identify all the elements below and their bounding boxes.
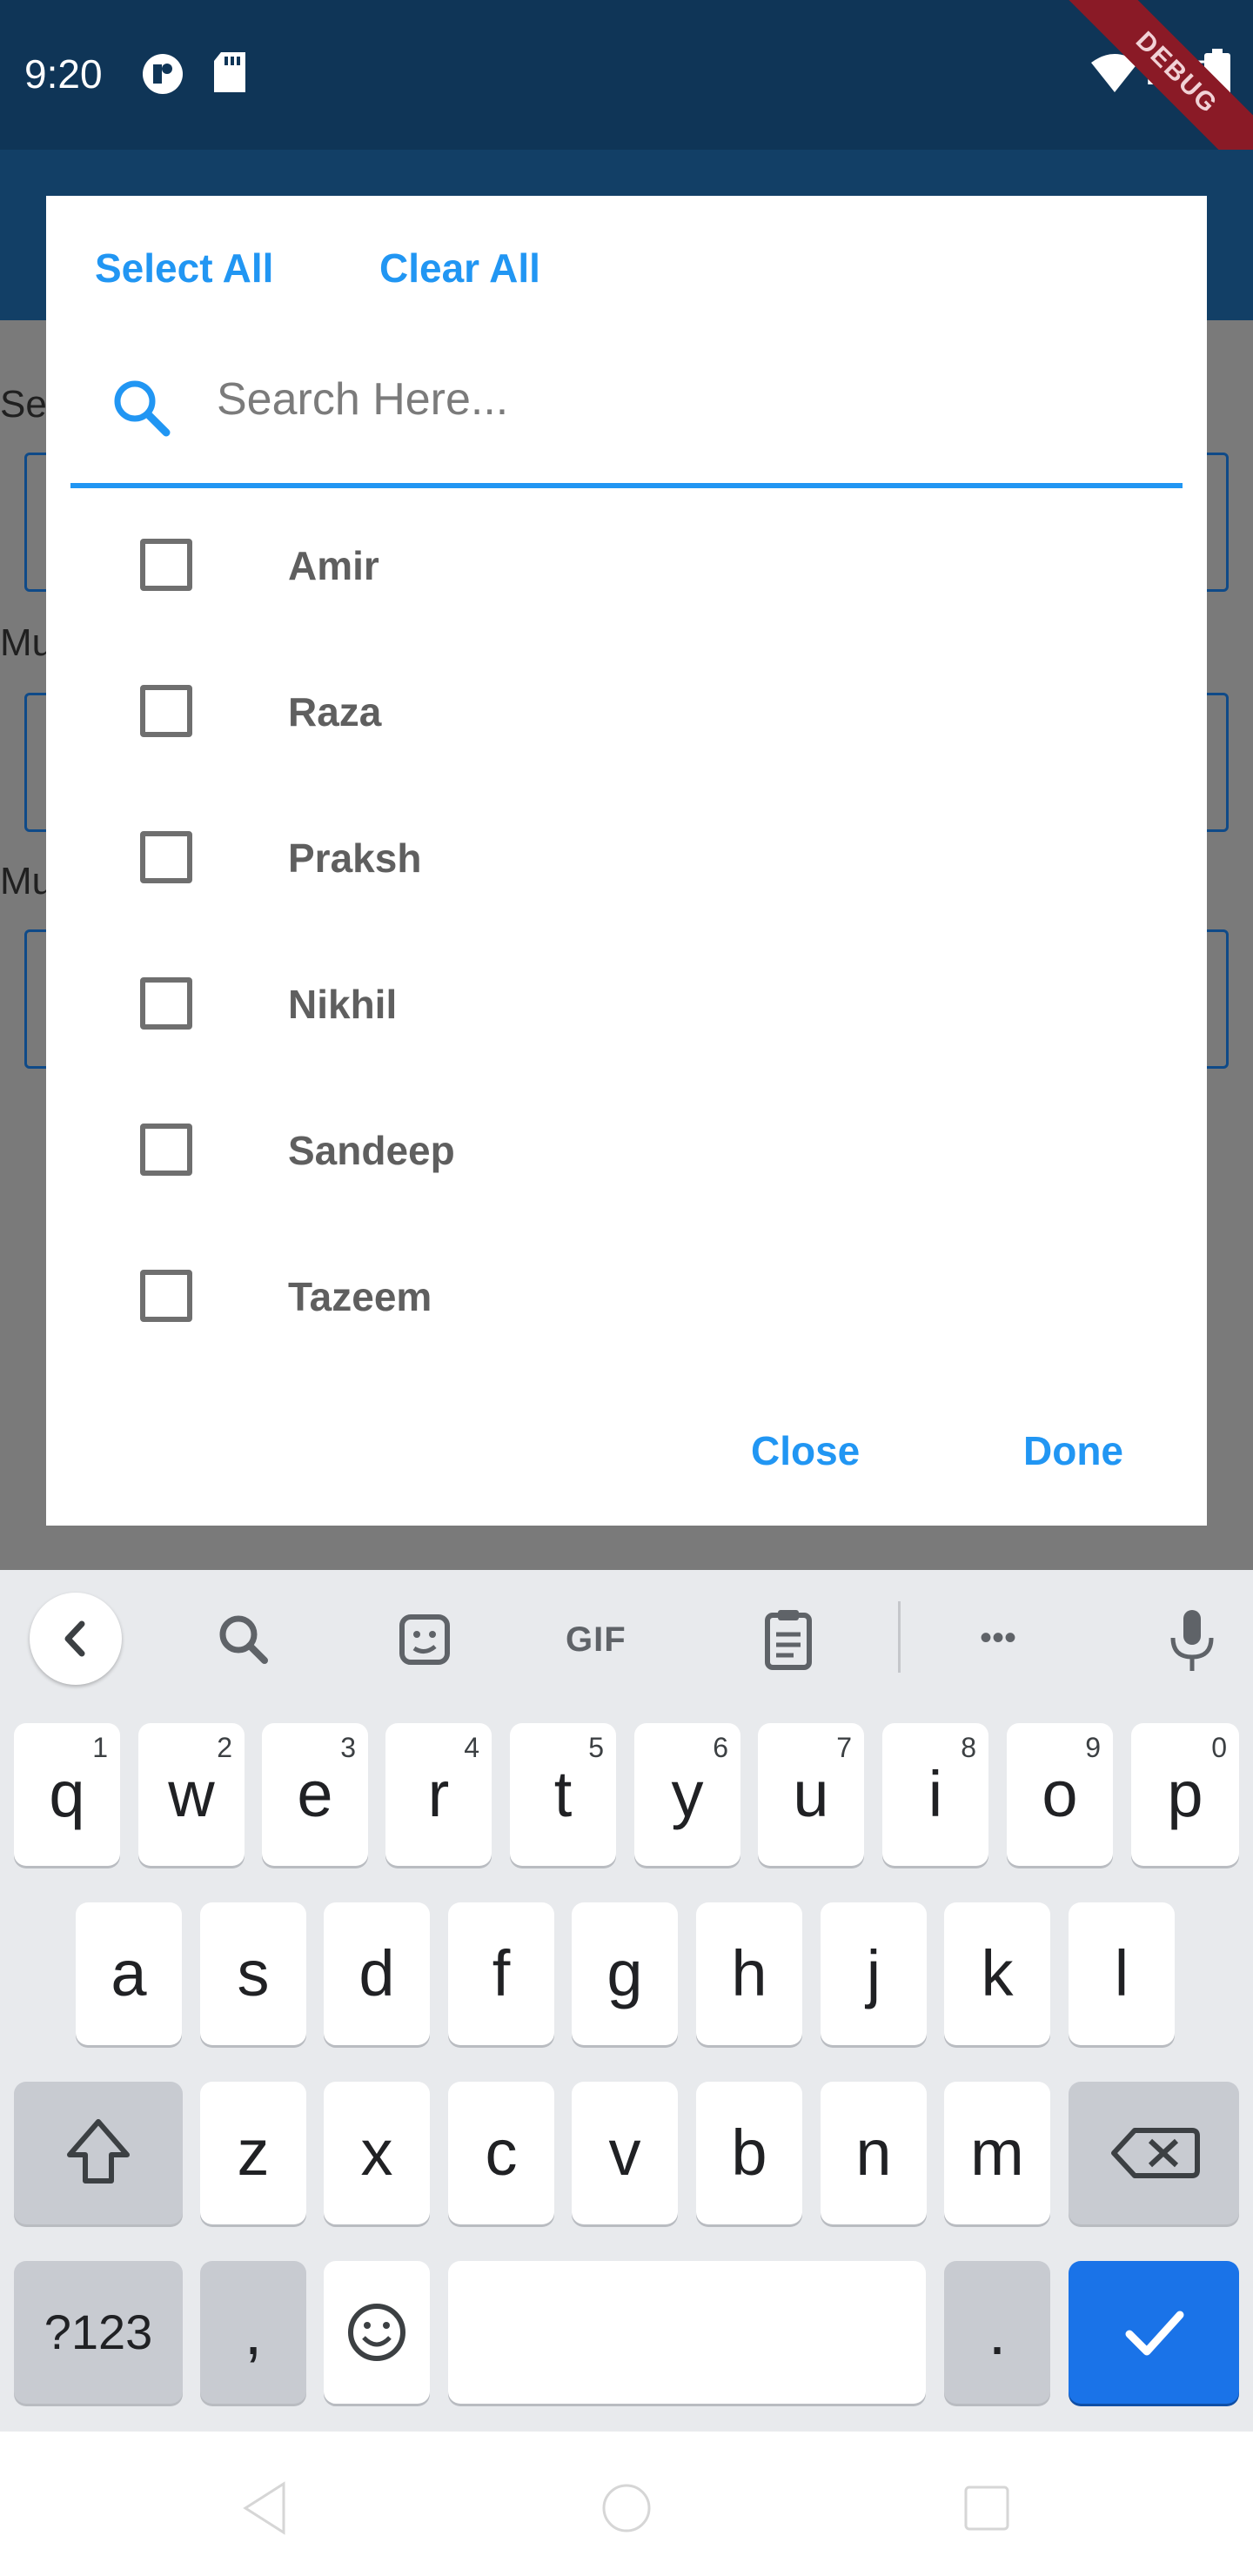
checkbox[interactable] (140, 685, 192, 737)
home-circle-icon[interactable] (592, 2473, 661, 2543)
clipboard-icon[interactable] (745, 1596, 832, 1683)
select-all-button[interactable]: Select All (95, 245, 273, 292)
key-i[interactable]: i8 (882, 1723, 988, 1866)
comma-key[interactable]: , (200, 2261, 306, 2404)
search-icon[interactable] (200, 1596, 287, 1683)
option-label: Sandeep (288, 1128, 455, 1173)
key-n[interactable]: n (821, 2082, 927, 2224)
more-icon[interactable]: ••• (968, 1596, 1055, 1683)
key-g[interactable]: g (572, 1902, 678, 2045)
key-v[interactable]: v (572, 2082, 678, 2224)
gif-icon[interactable]: GIF (560, 1596, 647, 1683)
done-button[interactable]: Done (1023, 1427, 1123, 1474)
option-item-raza[interactable]: Raza (140, 657, 1141, 761)
background-label: Se (0, 383, 47, 426)
key-w[interactable]: w2 (138, 1723, 245, 1866)
back-triangle-icon[interactable] (233, 2473, 303, 2543)
multi-select-dialog: Select All Clear All Amir Raza Praksh Ni… (46, 196, 1207, 1526)
key-y[interactable]: y6 (634, 1723, 740, 1866)
key-f[interactable]: f (448, 1902, 554, 2045)
emoji-key[interactable] (324, 2261, 430, 2404)
checkbox[interactable] (140, 831, 192, 883)
checkmark-icon (1125, 2311, 1184, 2356)
checkbox[interactable] (140, 1124, 192, 1176)
recents-square-icon[interactable] (952, 2473, 1022, 2543)
key-z[interactable]: z (200, 2082, 306, 2224)
more-label: ••• (980, 1619, 1017, 1657)
key-t[interactable]: t5 (510, 1723, 616, 1866)
sd-card-icon (212, 52, 247, 97)
backspace-key[interactable] (1069, 2082, 1239, 2224)
soft-keyboard: GIF ••• q1 w2 e3 r4 t5 y6 u7 i8 o9 p0 a … (0, 1570, 1253, 2432)
key-b[interactable]: b (696, 2082, 802, 2224)
option-item-nikhil[interactable]: Nikhil (140, 949, 1141, 1054)
option-item-praksh[interactable]: Praksh (140, 803, 1141, 908)
done-key[interactable] (1069, 2261, 1239, 2404)
key-r[interactable]: r4 (385, 1723, 492, 1866)
key-q[interactable]: q1 (14, 1723, 120, 1866)
option-label: Nikhil (288, 982, 398, 1027)
status-bar: 9:20 LTE DEBUG (0, 0, 1253, 150)
key-s[interactable]: s (200, 1902, 306, 2045)
key-x[interactable]: x (324, 2082, 430, 2224)
option-label: Tazeem (288, 1274, 432, 1319)
sticker-icon[interactable] (381, 1596, 468, 1683)
key-c[interactable]: c (448, 2082, 554, 2224)
back-icon[interactable] (30, 1593, 122, 1685)
app-notification-icon (141, 52, 184, 100)
key-k[interactable]: k (944, 1902, 1050, 2045)
backspace-icon (1111, 2128, 1200, 2178)
search-icon (111, 377, 171, 442)
key-h[interactable]: h (696, 1902, 802, 2045)
symbols-key[interactable]: ?123 (14, 2261, 183, 2404)
key-a[interactable]: a (76, 1902, 182, 2045)
checkbox[interactable] (140, 1270, 192, 1322)
background-label: Mu (0, 860, 54, 902)
option-label: Praksh (288, 835, 422, 881)
microphone-icon[interactable] (1149, 1596, 1236, 1683)
option-item-tazeem[interactable]: Tazeem (140, 1242, 1141, 1346)
option-label: Amir (288, 543, 379, 588)
key-l[interactable]: l (1069, 1902, 1175, 2045)
key-p[interactable]: p0 (1131, 1723, 1239, 1866)
option-item-sandeep[interactable]: Sandeep (140, 1096, 1141, 1200)
background-label: Mu (0, 621, 54, 664)
key-j[interactable]: j (821, 1902, 927, 2045)
search-bar (70, 344, 1183, 448)
status-time: 9:20 (24, 51, 103, 97)
emoji-icon (348, 2304, 405, 2361)
search-input[interactable] (215, 359, 1172, 439)
shift-key[interactable] (14, 2082, 183, 2224)
clear-all-button[interactable]: Clear All (379, 245, 540, 292)
shift-icon (67, 2119, 130, 2184)
search-underline (70, 483, 1183, 488)
navigation-bar (0, 2432, 1253, 2576)
option-item-amir[interactable]: Amir (140, 511, 1141, 615)
period-key[interactable]: . (944, 2261, 1050, 2404)
key-o[interactable]: o9 (1007, 1723, 1113, 1866)
close-button[interactable]: Close (751, 1427, 860, 1474)
checkbox[interactable] (140, 977, 192, 1030)
toolbar-divider (898, 1601, 901, 1673)
option-label: Raza (288, 689, 382, 735)
key-m[interactable]: m (944, 2082, 1050, 2224)
key-u[interactable]: u7 (758, 1723, 864, 1866)
checkbox[interactable] (140, 539, 192, 591)
space-key[interactable] (448, 2261, 926, 2404)
key-d[interactable]: d (324, 1902, 430, 2045)
key-e[interactable]: e3 (262, 1723, 368, 1866)
gif-label: GIF (566, 1620, 626, 1659)
